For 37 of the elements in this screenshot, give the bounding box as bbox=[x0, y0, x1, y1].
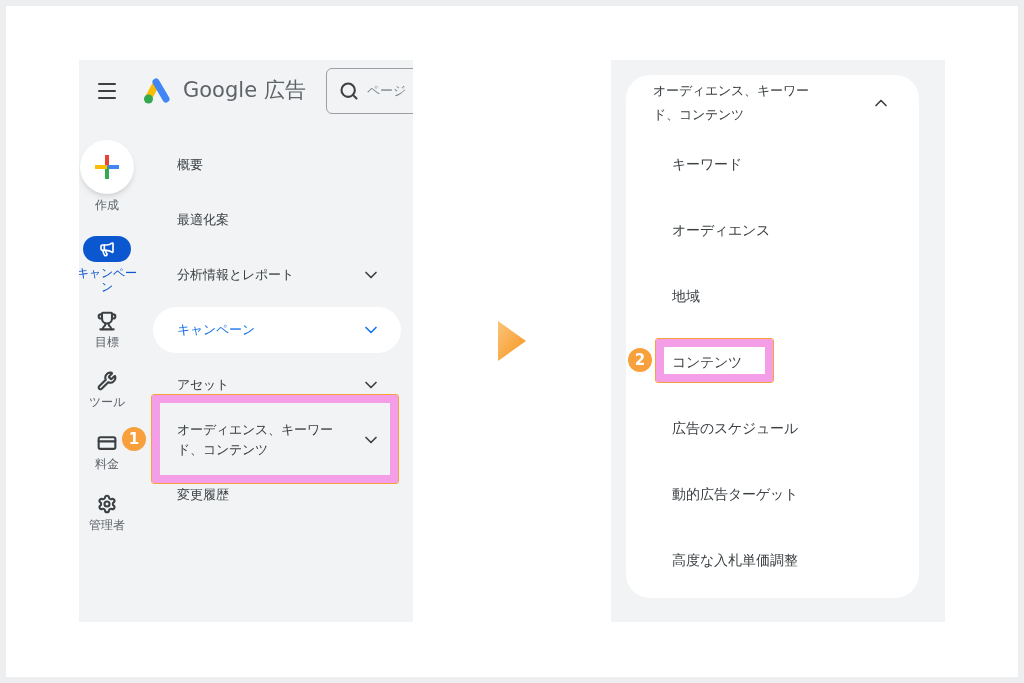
logo-icon bbox=[143, 77, 173, 105]
submenu-item[interactable]: コンテンツ bbox=[672, 351, 742, 373]
megaphone-icon bbox=[99, 241, 115, 257]
submenu-item[interactable]: 高度な入札単価調整 bbox=[672, 549, 798, 571]
rail-label[interactable]: 管理者 bbox=[79, 518, 138, 532]
submenu-item[interactable]: キーワード bbox=[672, 153, 742, 175]
product-name: Google 広告 bbox=[183, 77, 306, 105]
nav-item[interactable]: 変更履歴 bbox=[153, 471, 401, 518]
tools-icon bbox=[97, 371, 117, 391]
trophy-icon bbox=[97, 311, 117, 331]
campaigns-pill[interactable] bbox=[83, 236, 131, 262]
nav-item[interactable]: キャンペーン bbox=[153, 306, 401, 353]
rail-label[interactable]: キャンペーン bbox=[79, 266, 138, 294]
nav-item[interactable]: 分析情報とレポート bbox=[153, 251, 401, 298]
card-icon bbox=[97, 433, 117, 453]
settings-icon bbox=[97, 494, 117, 514]
nav-item[interactable]: 最適化案 bbox=[153, 196, 401, 243]
submenu-item[interactable]: 動的広告ターゲット bbox=[672, 483, 798, 505]
submenu-item[interactable]: 地域 bbox=[672, 285, 700, 307]
nav-item[interactable]: オーディエンス、キーワード、コンテンツ bbox=[153, 416, 401, 463]
create-button[interactable] bbox=[80, 140, 134, 194]
step-badge: 2 bbox=[628, 348, 652, 372]
step-badge: 1 bbox=[122, 427, 146, 451]
nav-item[interactable]: アセット bbox=[153, 361, 401, 408]
nav-item[interactable]: 概要 bbox=[153, 141, 401, 188]
plus-icon bbox=[94, 154, 120, 180]
arrow-icon bbox=[498, 321, 526, 361]
rail-label[interactable]: 目標 bbox=[79, 335, 138, 349]
group-header[interactable]: オーディエンス、キーワード、コンテンツ bbox=[626, 75, 919, 131]
search-icon bbox=[338, 81, 359, 101]
submenu-item[interactable]: 広告のスケジュール bbox=[672, 417, 798, 439]
rail-label[interactable]: 料金 bbox=[79, 457, 138, 471]
search-field[interactable]: ページ bbox=[325, 68, 413, 114]
rail-label[interactable]: 作成 bbox=[79, 198, 138, 212]
search-placeholder: ページ bbox=[366, 82, 406, 101]
submenu-item[interactable]: オーディエンス bbox=[672, 219, 770, 241]
rail-label[interactable]: ツール bbox=[79, 395, 138, 409]
